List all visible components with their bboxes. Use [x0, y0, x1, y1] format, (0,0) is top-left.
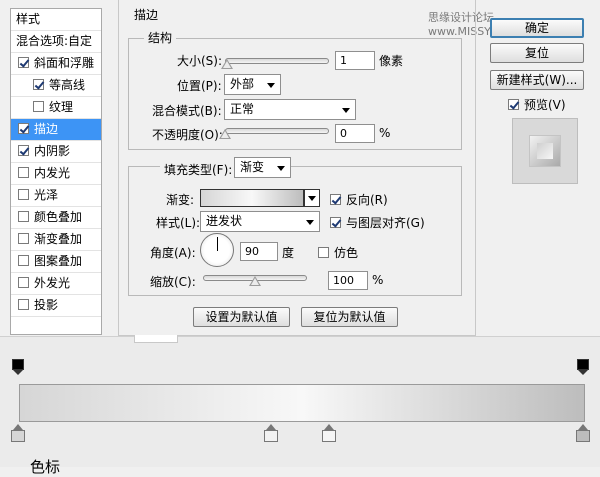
chevron-down-icon — [277, 166, 285, 171]
style-item-satin[interactable]: 光泽 — [11, 185, 101, 207]
preview-option[interactable]: 预览(V) — [508, 96, 566, 113]
scale-label: 缩放(C): — [150, 275, 196, 289]
style-preview-thumbnail — [512, 118, 578, 184]
gradient-dropdown-button[interactable] — [304, 189, 320, 207]
style-item-pattern-overlay[interactable]: 图案叠加 — [11, 251, 101, 273]
color-stop-3[interactable] — [322, 424, 336, 442]
color-stop-1[interactable] — [11, 424, 25, 442]
styles-header[interactable]: 样式 — [11, 9, 101, 31]
structure-title: 结构 — [144, 29, 177, 46]
preview-checkbox[interactable] — [508, 99, 519, 110]
blend-options-item[interactable]: 混合选项:自定 — [11, 31, 101, 53]
angle-label: 角度(A): — [150, 246, 196, 260]
chevron-down-icon — [308, 196, 316, 201]
size-slider-track[interactable] — [225, 58, 329, 64]
checkbox[interactable] — [33, 101, 44, 112]
chevron-down-icon — [267, 83, 275, 88]
style-item-bevel-emboss[interactable]: 斜面和浮雕 — [11, 53, 101, 75]
size-slider-thumb[interactable] — [221, 59, 234, 69]
checkbox[interactable] — [18, 145, 29, 156]
scale-input[interactable]: 100 — [328, 271, 368, 290]
checkbox[interactable] — [18, 57, 29, 68]
style-item-gradient-overlay[interactable]: 渐变叠加 — [11, 229, 101, 251]
gradient-picker[interactable] — [200, 189, 304, 207]
checkbox[interactable] — [18, 255, 29, 266]
angle-dial[interactable] — [200, 233, 234, 267]
fill-type-select[interactable]: 渐变 — [234, 157, 291, 178]
blend-mode-select[interactable]: 正常 — [224, 99, 356, 120]
gradient-label: 渐变: — [166, 193, 195, 207]
dither-checkbox[interactable] — [318, 247, 329, 258]
align-checkbox[interactable] — [330, 217, 341, 228]
style-item-outer-glow[interactable]: 外发光 — [11, 273, 101, 295]
editor-tab — [134, 335, 178, 343]
checkbox[interactable] — [18, 123, 29, 134]
chevron-down-icon — [306, 220, 314, 225]
scale-slider-thumb[interactable] — [249, 276, 261, 286]
checkbox[interactable] — [33, 79, 44, 90]
opacity-label: 不透明度(O): — [152, 128, 223, 142]
dither-option[interactable]: 仿色 — [318, 244, 358, 261]
style-item-texture[interactable]: 纹理 — [11, 97, 101, 119]
reverse-option[interactable]: 反向(R) — [330, 191, 388, 208]
style-item-inner-shadow[interactable]: 内阴影 — [11, 141, 101, 163]
ok-button[interactable]: 确定 — [490, 18, 584, 38]
color-stop-4[interactable] — [576, 424, 590, 442]
position-label: 位置(P): — [177, 79, 222, 93]
checkbox[interactable] — [18, 211, 29, 222]
size-unit: 像素 — [379, 54, 404, 68]
color-stop-2[interactable] — [264, 424, 278, 442]
styles-list: 样式 混合选项:自定 斜面和浮雕 等高线 纹理 描边 内阴影 内发光 光泽 颜色… — [10, 8, 102, 335]
fill-type-label: 填充类型(F): — [160, 161, 237, 178]
angle-input[interactable]: 90 — [240, 242, 278, 261]
style-item-contour[interactable]: 等高线 — [11, 75, 101, 97]
checkbox[interactable] — [18, 233, 29, 244]
angle-unit: 度 — [282, 246, 295, 260]
preview-swatch-inner — [537, 143, 553, 159]
checkbox[interactable] — [18, 299, 29, 310]
style-item-drop-shadow[interactable]: 投影 — [11, 295, 101, 317]
style-item-stroke[interactable]: 描边 — [11, 119, 101, 141]
opacity-slider-thumb[interactable] — [219, 129, 231, 139]
opacity-slider-track[interactable] — [225, 128, 329, 134]
align-with-layer-option[interactable]: 与图层对齐(G) — [330, 214, 425, 231]
gradient-style-select[interactable]: 迸发状 — [200, 211, 320, 232]
make-default-button[interactable]: 设置为默认值 — [193, 307, 290, 327]
preview-swatch — [529, 135, 561, 167]
checkbox[interactable] — [18, 189, 29, 200]
size-label: 大小(S): — [177, 54, 223, 68]
gradient-preview-bar[interactable] — [19, 384, 585, 422]
blend-mode-label: 混合模式(B): — [152, 104, 222, 118]
new-style-button[interactable]: 新建样式(W)... — [490, 70, 584, 90]
opacity-input[interactable]: 0 — [335, 124, 375, 143]
gradient-editor: 色标 — [0, 335, 600, 476]
opacity-unit: % — [379, 126, 391, 140]
reverse-checkbox[interactable] — [330, 194, 341, 205]
opacity-stop-right[interactable] — [577, 359, 589, 375]
opacity-stop-left[interactable] — [12, 359, 24, 375]
scale-unit: % — [372, 273, 384, 287]
checkbox[interactable] — [18, 277, 29, 288]
style-item-inner-glow[interactable]: 内发光 — [11, 163, 101, 185]
position-select[interactable]: 外部 — [224, 74, 281, 95]
size-input[interactable]: 1 — [335, 51, 375, 70]
reset-default-button[interactable]: 复位为默认值 — [301, 307, 398, 327]
gradient-style-label: 样式(L): — [156, 216, 201, 230]
reset-button[interactable]: 复位 — [490, 43, 584, 63]
angle-dial-needle — [217, 237, 218, 251]
style-item-color-overlay[interactable]: 颜色叠加 — [11, 207, 101, 229]
stroke-title: 描边 — [130, 6, 163, 23]
chevron-down-icon — [342, 108, 350, 113]
checkbox[interactable] — [18, 167, 29, 178]
